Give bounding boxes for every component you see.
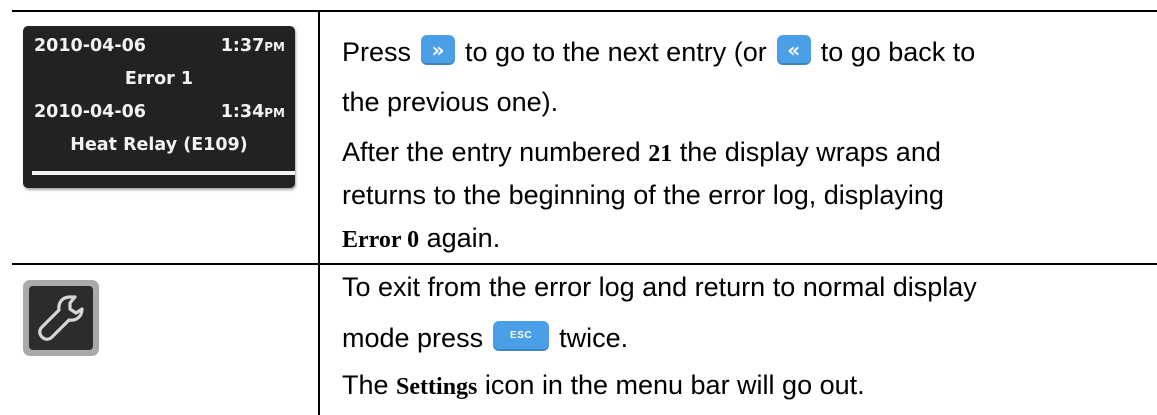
- lcd-error-label: Error 1: [124, 69, 194, 89]
- lcd-date-1: 2010-04-06: [34, 36, 146, 56]
- row1-line4: returns to the beginning of the error lo…: [342, 180, 944, 210]
- wrench-icon-panel: [29, 286, 93, 350]
- lcd-time-2: 1:34PM: [220, 102, 285, 122]
- table-top-rule: [12, 10, 1157, 12]
- previous-button-icon[interactable]: «: [776, 34, 811, 65]
- row1-line1: Press» to go to the next entry (or «to go …: [342, 34, 975, 70]
- lcd-line-2: Error 1: [23, 69, 295, 89]
- wrench-icon: [23, 280, 99, 356]
- table-middle-rule: [12, 263, 1157, 265]
- lcd-date-2: 2010-04-06: [34, 102, 146, 122]
- lcd-display: 2010-04-06 1:37PM Error 1 2010-04-06 1:3…: [23, 26, 295, 188]
- entry-number: 21: [648, 141, 673, 167]
- row2-line2: mode press ESC twice.: [342, 320, 628, 356]
- lcd-line-4: Heat Relay (E109): [23, 135, 295, 155]
- table-column-divider: [318, 10, 320, 415]
- esc-button[interactable]: ESC: [493, 320, 550, 351]
- next-button-icon[interactable]: »: [421, 34, 456, 65]
- row2-line3: The Settings icon in the menu bar will g…: [342, 370, 865, 400]
- wrench-glyph: [38, 295, 84, 341]
- settings-term: Settings: [396, 374, 478, 400]
- row2-line1: To exit from the error log and return to…: [342, 272, 977, 302]
- row1-line2: the previous one).: [342, 87, 559, 117]
- error-0-term: Error 0: [342, 227, 420, 253]
- row1-line5: Error 0 again.: [342, 223, 501, 253]
- lcd-error-description: Heat Relay (E109): [70, 135, 248, 155]
- lcd-time-1: 1:37PM: [220, 36, 285, 56]
- lcd-underline-bar: [32, 171, 295, 175]
- row1-line3: After the entry numbered 21 the display …: [342, 137, 941, 167]
